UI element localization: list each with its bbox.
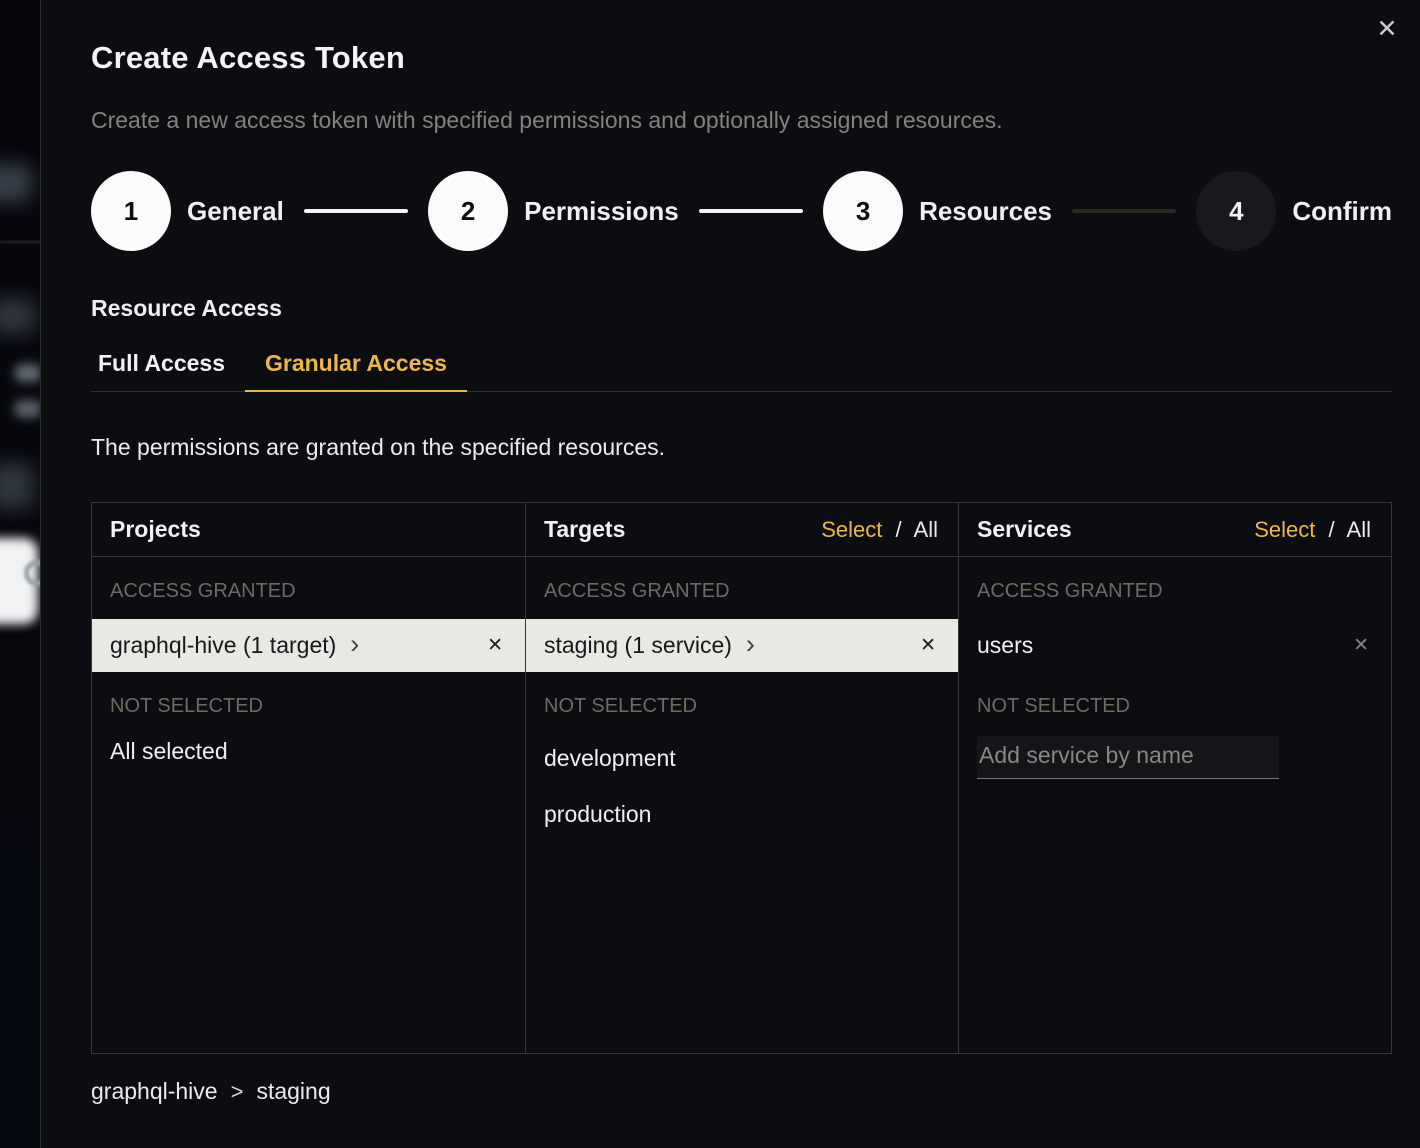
background-page-blur [0, 0, 41, 1148]
select-all-divider: / [1329, 517, 1335, 542]
targets-column: Targets Select / All ACCESS GRANTED stag… [525, 503, 958, 1053]
background-text-blur [14, 364, 41, 382]
remove-target-icon[interactable]: ✕ [920, 636, 936, 655]
step-confirm[interactable]: 4 Confirm [1196, 171, 1392, 251]
projects-column: Projects ACCESS GRANTED graphql-hive (1 … [92, 503, 525, 1053]
tab-full-access[interactable]: Full Access [91, 350, 245, 391]
column-title: Services [977, 516, 1072, 543]
step-label: Confirm [1292, 196, 1392, 227]
step-label: Resources [919, 196, 1052, 227]
breadcrumb-project: graphql-hive [91, 1078, 218, 1105]
step-connector [304, 209, 408, 213]
services-column: Services Select / All ACCESS GRANTED use… [958, 503, 1391, 1053]
granted-target-row[interactable]: staging (1 service) › ✕ [526, 619, 958, 672]
target-item-development[interactable]: development [526, 730, 958, 786]
dialog-title: Create Access Token [91, 0, 1392, 76]
services-select-link[interactable]: Select [1254, 517, 1315, 542]
granted-service-label: users [977, 632, 1033, 659]
step-number-circle: 3 [823, 171, 903, 251]
resource-access-tabs: Full Access Granular Access [91, 350, 1392, 392]
targets-select-all: Select / All [821, 517, 938, 543]
resource-access-heading: Resource Access [91, 295, 1392, 322]
tab-granular-access[interactable]: Granular Access [245, 350, 467, 392]
granted-project-row[interactable]: graphql-hive (1 target) › ✕ [92, 619, 525, 672]
step-number-circle: 2 [428, 171, 508, 251]
step-label: General [187, 196, 284, 227]
step-connector [1072, 209, 1176, 213]
granted-target-label: staging (1 service) [544, 632, 732, 659]
create-access-token-dialog: ✕ Create Access Token Create a new acces… [40, 0, 1420, 1148]
step-general[interactable]: 1 General [91, 171, 284, 251]
not-selected-label: NOT SELECTED [544, 692, 940, 720]
granular-access-description: The permissions are granted on the speci… [91, 434, 1392, 461]
step-number-circle: 4 [1196, 171, 1276, 251]
not-selected-label: NOT SELECTED [977, 692, 1373, 720]
step-connector [699, 209, 803, 213]
background-divider-blur [0, 241, 41, 243]
wizard-stepper: 1 General 2 Permissions 3 Resources 4 Co… [91, 171, 1392, 251]
background-blur-shape [0, 164, 32, 202]
targets-all-link[interactable]: All [914, 517, 938, 542]
resource-picker-table: Projects ACCESS GRANTED graphql-hive (1 … [91, 502, 1392, 1054]
access-granted-label: ACCESS GRANTED [110, 577, 507, 605]
projects-column-header: Projects [92, 503, 525, 557]
breadcrumb-target: staging [256, 1078, 330, 1105]
background-blur-shape [0, 298, 36, 334]
add-service-input[interactable] [977, 736, 1279, 779]
not-selected-label: NOT SELECTED [110, 692, 507, 720]
column-title: Targets [544, 516, 625, 543]
step-label: Permissions [524, 196, 679, 227]
services-column-header: Services Select / All [959, 503, 1391, 557]
granted-service-row: users ✕ [959, 619, 1391, 672]
remove-project-icon[interactable]: ✕ [487, 636, 503, 655]
step-resources[interactable]: 3 Resources [823, 171, 1052, 251]
breadcrumb: graphql-hive > staging [91, 1078, 1392, 1105]
services-select-all: Select / All [1254, 517, 1371, 543]
target-item-production[interactable]: production [526, 786, 958, 842]
background-text-blur [14, 400, 41, 418]
background-blur-shape [0, 463, 34, 509]
targets-select-link[interactable]: Select [821, 517, 882, 542]
targets-column-header: Targets Select / All [526, 503, 958, 557]
remove-service-icon[interactable]: ✕ [1353, 636, 1369, 655]
chevron-right-icon: › [746, 644, 755, 648]
access-granted-label: ACCESS GRANTED [544, 577, 940, 605]
select-all-divider: / [896, 517, 902, 542]
close-icon[interactable]: ✕ [1370, 12, 1404, 46]
step-number-circle: 1 [91, 171, 171, 251]
all-selected-note: All selected [110, 736, 507, 766]
services-all-link[interactable]: All [1347, 517, 1371, 542]
dialog-subtitle: Create a new access token with specified… [91, 107, 1392, 134]
breadcrumb-separator-icon: > [231, 1079, 244, 1105]
chevron-right-icon: › [350, 644, 359, 648]
step-permissions[interactable]: 2 Permissions [428, 171, 679, 251]
column-title: Projects [110, 516, 201, 543]
granted-project-label: graphql-hive (1 target) [110, 632, 336, 659]
access-granted-label: ACCESS GRANTED [977, 577, 1373, 605]
